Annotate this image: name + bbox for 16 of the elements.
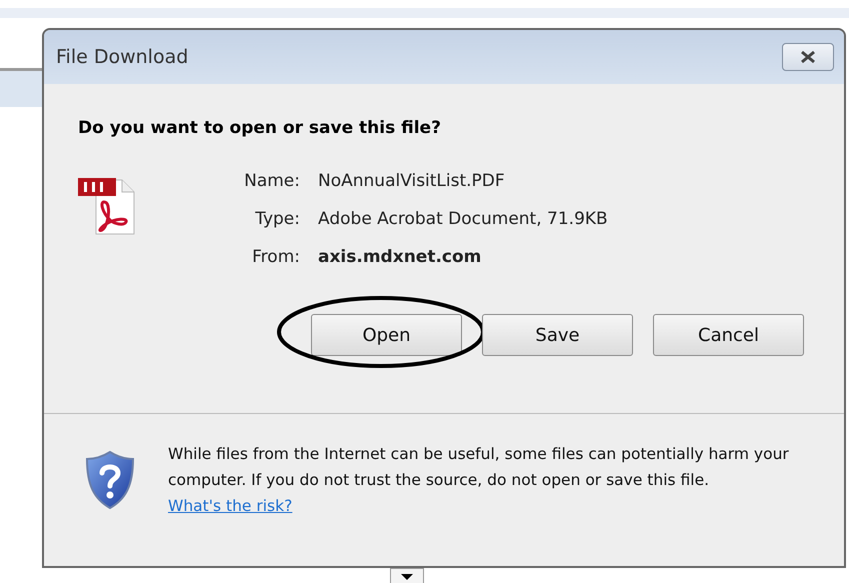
- field-value: NoAnnualVisitList.PDF: [318, 171, 505, 191]
- dialog-button[interactable]: Save: [482, 314, 633, 356]
- background-panel: [0, 68, 42, 107]
- window-title: File Download: [56, 46, 188, 68]
- close-icon: [799, 50, 817, 64]
- warning-text: While files from the Internet can be useful, some files can potentially harm your computer. If you do not trust the source, do not open or save this file. What's the risk?: [168, 444, 790, 517]
- field-value: axis.mdxnet.com: [318, 247, 482, 267]
- risk-link[interactable]: What's the risk?: [168, 497, 292, 515]
- field-label: From:: [251, 247, 300, 267]
- field-label: Type:: [254, 209, 300, 229]
- field-label: Name:: [243, 171, 300, 191]
- field-value: Adobe Acrobat Document, 71.9KB: [318, 209, 608, 229]
- dialog-button[interactable]: Open: [311, 314, 462, 356]
- close-button[interactable]: [782, 43, 834, 71]
- dialog-button[interactable]: Cancel: [653, 314, 804, 356]
- dialog-question: Do you want to open or save this file?: [78, 118, 442, 138]
